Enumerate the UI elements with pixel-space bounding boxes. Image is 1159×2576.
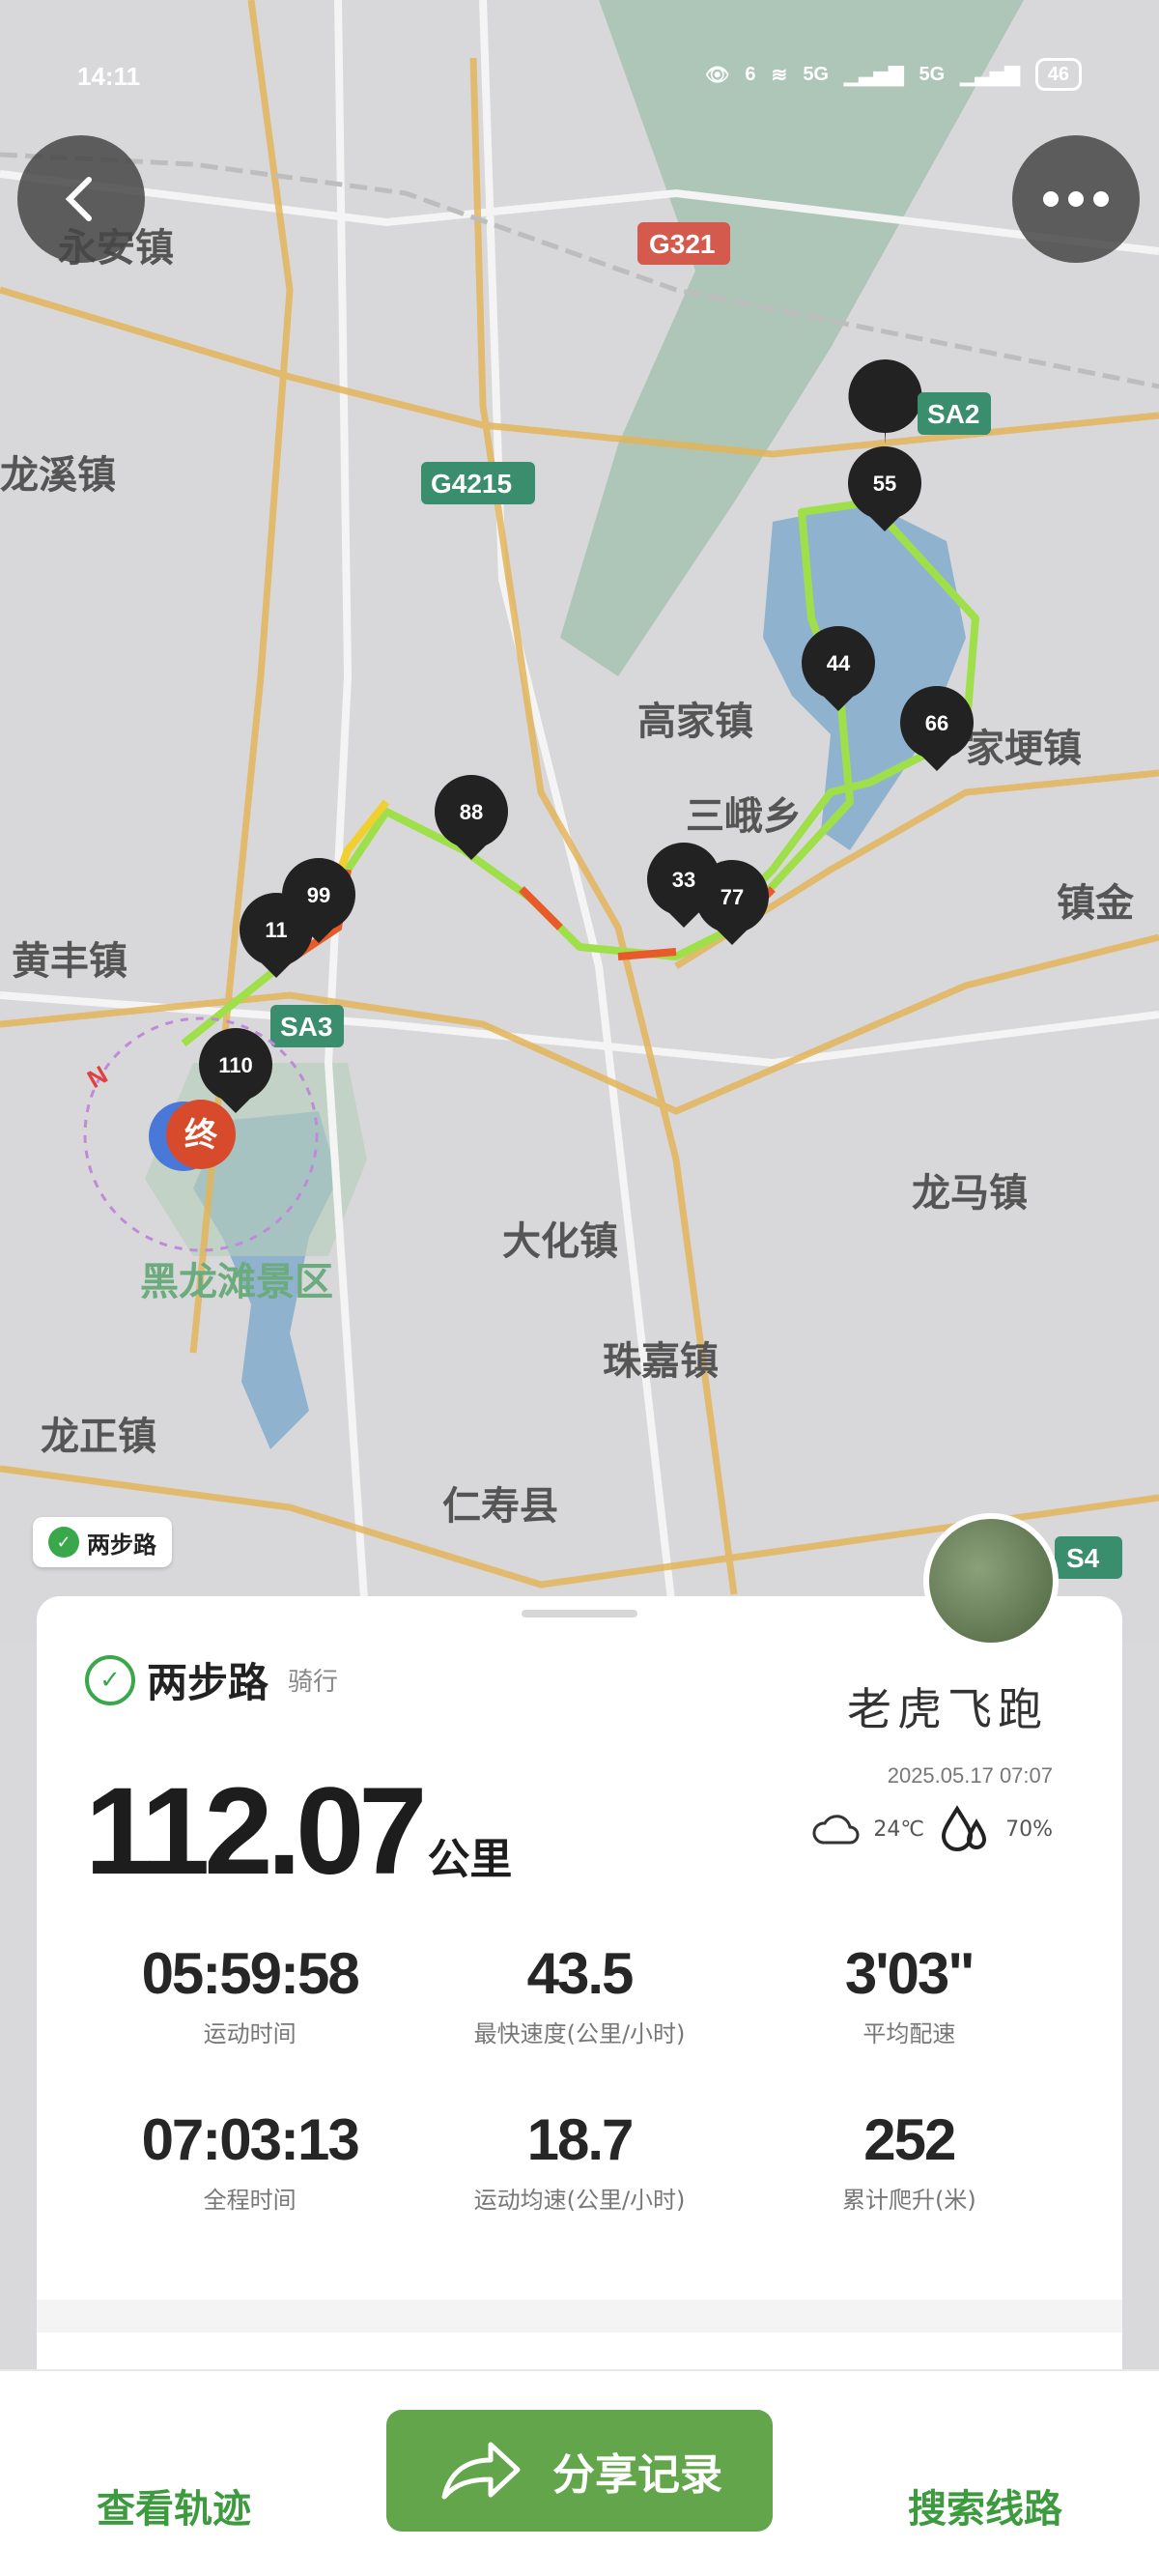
distance-value: 112.07 <box>85 1762 427 1901</box>
place-label: 黑龙滩景区 <box>140 1260 333 1304</box>
place-label: 高家镇 <box>637 700 753 744</box>
humidity: 70% <box>1005 1817 1053 1842</box>
chevron-left-icon <box>65 177 92 221</box>
stat-value: 07:03:13 <box>141 2107 360 2172</box>
more-button[interactable] <box>1012 135 1140 263</box>
place-label: 黄丰镇 <box>12 939 127 984</box>
watermark-text: 两步路 <box>87 1531 156 1559</box>
weather-info: 24℃ 70% <box>811 1805 1053 1853</box>
share-record-button[interactable]: 分享记录 <box>386 2410 773 2532</box>
svg-text:88: 88 <box>460 800 483 824</box>
stat-item: 3'03" 平均配速 <box>745 1940 1074 2048</box>
stats-grid: 05:59:58 运动时间 43.5 最快速度(公里/小时) 3'03" 平均配速 0… <box>85 1940 1074 2215</box>
signal-5g: 5G <box>803 63 829 85</box>
place-label: 镇金 <box>1057 881 1135 926</box>
stat-label: 全程时间 <box>203 2187 297 2214</box>
svg-text:11: 11 <box>265 918 287 942</box>
map-watermark: ✓ 两步路 <box>33 1517 172 1567</box>
stat-item: 07:03:13 全程时间 <box>85 2106 414 2215</box>
stat-value: 05:59:58 <box>141 1941 360 2006</box>
stat-item: 18.7 运动均速(公里/小时) <box>414 2106 744 2215</box>
end-marker[interactable]: 终 <box>149 1100 236 1171</box>
track-title: 老虎飞跑 <box>847 1683 1048 1735</box>
stat-item: 252 累计爬升(米) <box>745 2106 1074 2215</box>
brand-header: ✓ 两步路 骑行 <box>85 1650 338 1709</box>
stat-label: 累计爬升(米) <box>841 2187 976 2214</box>
road-label: G4215 <box>431 469 512 499</box>
stat-label: 运动均速(公里/小时) <box>473 2187 686 2214</box>
brand-logo-icon: ✓ <box>48 1527 79 1558</box>
stat-item: 43.5 最快速度(公里/小时) <box>414 1940 744 2048</box>
satellite-thumbnail[interactable] <box>923 1513 1059 1648</box>
svg-text:66: 66 <box>925 711 948 735</box>
svg-text:99: 99 <box>307 883 330 907</box>
cloud-icon <box>812 1815 860 1845</box>
more-dots-icon <box>1043 191 1109 207</box>
stat-label: 运动时间 <box>203 2020 297 2047</box>
small-badge: 6 <box>745 63 756 85</box>
place-label: 龙马镇 <box>912 1171 1028 1216</box>
svg-text:77: 77 <box>721 885 744 909</box>
place-label: 龙正镇 <box>41 1415 156 1459</box>
road-label: S4 <box>1066 1543 1100 1573</box>
status-bar: 14:11 👁 6 ≋ 5G ▁▃▅▇ 5G ▁▃▅▇ 46 <box>0 56 1159 95</box>
svg-text:55: 55 <box>873 472 896 496</box>
distance-unit: 公里 <box>427 1835 513 1884</box>
battery-indicator: 46 <box>1034 58 1082 91</box>
svg-text:终: 终 <box>184 1116 218 1155</box>
distance-display: 112.07 公里 <box>85 1760 512 1903</box>
stat-value: 252 <box>863 2107 956 2172</box>
wifi-icon: ≋ <box>771 64 788 86</box>
road-label: SA3 <box>280 1012 332 1042</box>
stat-value: 43.5 <box>526 1941 635 2006</box>
brand-logo-icon: ✓ <box>85 1654 135 1705</box>
back-button[interactable] <box>17 135 145 263</box>
track-date: 2025.05.17 07:07 <box>887 1763 1053 1788</box>
svg-text:110: 110 <box>218 1053 253 1077</box>
stat-label: 平均配速 <box>862 2020 956 2047</box>
stat-item: 05:59:58 运动时间 <box>85 1940 414 2048</box>
activity-type: 骑行 <box>288 1668 339 1697</box>
brand-name: 两步路 <box>147 1659 269 1706</box>
signal-5g: 5G <box>919 63 946 85</box>
status-time: 14:11 <box>77 62 141 91</box>
sheet-handle[interactable] <box>522 1610 637 1617</box>
humidity-icon <box>942 1805 987 1851</box>
eye-icon: 👁 <box>705 64 730 86</box>
share-record-label: 分享记录 <box>552 2450 722 2500</box>
share-arrow-icon <box>441 2442 521 2500</box>
place-label: 家埂镇 <box>966 727 1082 771</box>
road-label: SA2 <box>927 399 979 429</box>
place-label: 仁寿县 <box>442 1484 558 1529</box>
svg-text:33: 33 <box>672 868 695 892</box>
road-label: G321 <box>649 229 716 259</box>
temperature: 24℃ <box>873 1817 925 1842</box>
stat-value: 18.7 <box>526 2107 635 2172</box>
place-label: 珠嘉镇 <box>603 1339 719 1384</box>
map-view[interactable]: 永安镇 龙溪镇 高家镇 三峨乡 黄丰镇 家埂镇 镇金 黑龙滩景区 大化镇 龙马镇… <box>0 0 1159 1643</box>
place-label: 大化镇 <box>502 1219 618 1264</box>
place-label: 龙溪镇 <box>0 453 116 498</box>
signal-bars-icon: ▁▃▅▇ <box>844 64 904 86</box>
view-track-button[interactable]: 查看轨迹 <box>97 2477 251 2533</box>
search-route-button[interactable]: 搜索线路 <box>908 2477 1062 2533</box>
sheet-divider <box>37 2300 1122 2333</box>
bottom-action-bar: 查看轨迹 分享记录 搜索线路 <box>0 2369 1159 2576</box>
place-label: 三峨乡 <box>686 794 802 839</box>
svg-text:44: 44 <box>827 651 851 675</box>
stat-label: 最快速度(公里/小时) <box>473 2020 686 2047</box>
signal-bars-icon: ▁▃▅▇ <box>960 64 1020 86</box>
stat-value: 3'03" <box>844 1941 975 2006</box>
